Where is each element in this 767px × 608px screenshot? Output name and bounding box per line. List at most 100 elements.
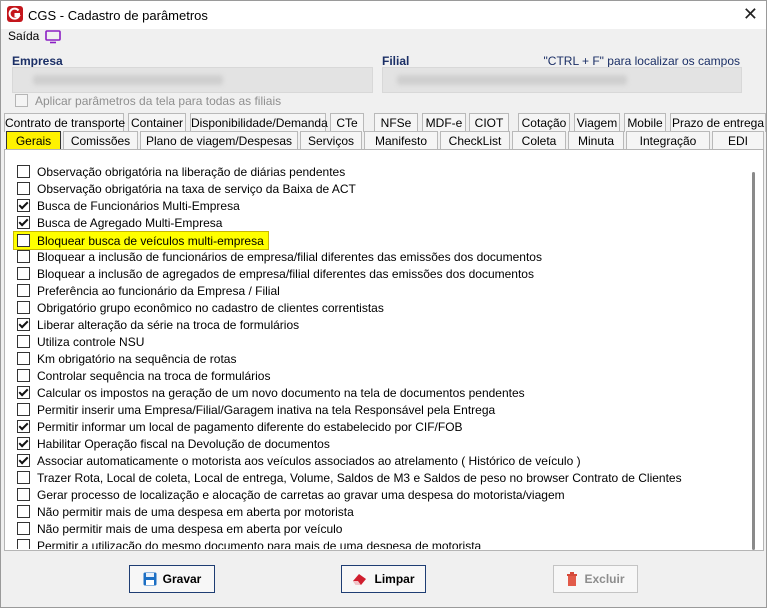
search-hint: "CTRL + F" para localizar os campos [543,54,740,68]
filial-label: Filial [382,54,410,68]
tab-contrato-transporte[interactable]: Contrato de transporte [4,113,125,132]
tab-cotacao[interactable]: Cotação [518,113,570,132]
option-label: Observação obrigatória na liberação de d… [37,164,346,179]
option-item[interactable]: Controlar sequência na troca de formulár… [17,367,270,384]
tab-viagem[interactable]: Viagem [574,113,620,132]
checkbox-checked[interactable] [17,420,30,433]
option-item[interactable]: Utiliza controle NSU [17,333,144,350]
tab-minuta[interactable]: Minuta [568,131,624,150]
checkbox-checked[interactable] [17,199,30,212]
option-item[interactable]: Busca de Funcionários Multi-Empresa [17,197,240,214]
tab-prazo-entrega[interactable]: Prazo de entrega [670,113,766,132]
checkbox[interactable] [17,522,30,535]
menu-saida[interactable]: Saída [8,29,39,43]
eraser-icon [353,574,367,585]
checkbox[interactable] [17,182,30,195]
checkbox[interactable] [17,471,30,484]
options-list: Observação obrigatória na liberação de d… [5,163,745,549]
tab-comissoes[interactable]: Comissões [63,131,138,150]
apply-all-checkbox[interactable]: Aplicar parâmetros da tela para todas as… [15,92,281,109]
save-label: Gravar [162,572,202,586]
checkbox[interactable] [17,488,30,501]
option-label: Liberar alteração da série na troca de f… [37,317,300,332]
tab-integracao[interactable]: Integração [626,131,710,150]
option-item[interactable]: Trazer Rota, Local de coleta, Local de e… [17,469,682,486]
option-item[interactable]: Observação obrigatória na taxa de serviç… [17,180,356,197]
option-item[interactable]: Habilitar Operação fiscal na Devolução d… [17,435,330,452]
checkbox-checked[interactable] [17,437,30,450]
option-item[interactable]: Bloquear a inclusão de funcionários de e… [17,248,542,265]
option-label: Habilitar Operação fiscal na Devolução d… [37,436,330,451]
option-item[interactable]: Não permitir mais de uma despesa em aber… [17,520,342,537]
option-item[interactable]: Associar automaticamente o motorista aos… [17,452,581,469]
checkbox[interactable] [17,234,30,247]
monitor-icon[interactable] [45,30,61,44]
save-button[interactable]: Gravar [129,565,215,593]
close-icon[interactable]: ✕ [743,4,758,24]
checkbox-checked[interactable] [17,386,30,399]
option-item[interactable]: Gerar processo de localização e alocação… [17,486,565,503]
tab-plano-viagem[interactable]: Plano de viagem/Despesas [140,131,298,150]
option-label: Bloquear busca de veículos multi-empresa [37,233,264,248]
tab-coleta[interactable]: Coleta [512,131,566,150]
option-item[interactable]: Permitir informar um local de pagamento … [17,418,463,435]
option-item[interactable]: Busca de Agregado Multi-Empresa [17,214,222,231]
option-label: Obrigatório grupo econômico no cadastro … [37,300,384,315]
empresa-field[interactable] [12,67,373,93]
option-item[interactable]: Permitir inserir uma Empresa/Filial/Gara… [17,401,495,418]
apply-all-label: Aplicar parâmetros da tela para todas as… [35,93,282,108]
tab-manifesto[interactable]: Manifesto [364,131,438,150]
option-label: Não permitir mais de uma despesa em aber… [37,504,354,519]
checkbox[interactable] [17,539,30,549]
tab-edi[interactable]: EDI [712,131,764,150]
checkbox[interactable] [17,301,30,314]
clear-label: Limpar [374,572,415,586]
checkbox[interactable] [17,505,30,518]
title-bar: CGS - Cadastro de parâmetros ✕ [1,1,766,29]
delete-label: Excluir [584,572,625,586]
checkbox[interactable] [17,165,30,178]
tab-mdfe[interactable]: MDF-e [422,113,466,132]
checkbox[interactable] [17,335,30,348]
option-item[interactable]: Km obrigatório na sequência de rotas [17,350,236,367]
tab-mobile[interactable]: Mobile [624,113,666,132]
option-label: Bloquear a inclusão de funcionários de e… [37,249,542,264]
option-label: Permitir inserir uma Empresa/Filial/Gara… [37,402,496,417]
tab-container[interactable]: Container [128,113,186,132]
option-item[interactable]: Não permitir mais de uma despesa em aber… [17,503,354,520]
checkbox[interactable] [17,403,30,416]
checkbox-checked[interactable] [17,318,30,331]
clear-button[interactable]: Limpar [341,565,426,593]
tab-gerais[interactable]: Gerais [6,131,61,151]
option-label: Bloquear a inclusão de agregados de empr… [37,266,534,281]
option-item[interactable]: Permitir a utilização do mesmo documento… [17,537,481,549]
checkbox-checked[interactable] [17,216,30,229]
option-item[interactable]: Observação obrigatória na liberação de d… [17,163,345,180]
tab-nfse[interactable]: NFSe [374,113,418,132]
checkbox-checked[interactable] [17,454,30,467]
delete-button[interactable]: Excluir [553,565,638,593]
option-label: Calcular os impostos na geração de um no… [37,385,525,400]
filial-field[interactable] [382,67,742,93]
option-item[interactable]: Bloquear a inclusão de agregados de empr… [17,265,534,282]
tab-cte[interactable]: CTe [330,113,364,132]
option-item[interactable]: Obrigatório grupo econômico no cadastro … [17,299,384,316]
scrollbar[interactable] [748,152,762,550]
button-bar: Gravar Limpar Excluir [1,551,766,607]
option-item[interactable]: Preferência ao funcionário da Empresa / … [17,282,280,299]
scrollbar-thumb[interactable] [752,172,755,550]
checkbox[interactable] [17,284,30,297]
tab-servicos[interactable]: Serviços [300,131,362,150]
checkbox[interactable] [17,267,30,280]
tab-ciot[interactable]: CIOT [469,113,509,132]
option-label: Não permitir mais de uma despesa em aber… [37,521,343,536]
checkbox[interactable] [15,94,28,107]
option-label: Preferência ao funcionário da Empresa / … [37,283,280,298]
checkbox[interactable] [17,352,30,365]
option-item[interactable]: Liberar alteração da série na troca de f… [17,316,299,333]
checkbox[interactable] [17,369,30,382]
tab-disponibilidade[interactable]: Disponibilidade/Demanda [190,113,328,132]
tab-checklist[interactable]: CheckList [440,131,510,150]
checkbox[interactable] [17,250,30,263]
option-item[interactable]: Calcular os impostos na geração de um no… [17,384,525,401]
